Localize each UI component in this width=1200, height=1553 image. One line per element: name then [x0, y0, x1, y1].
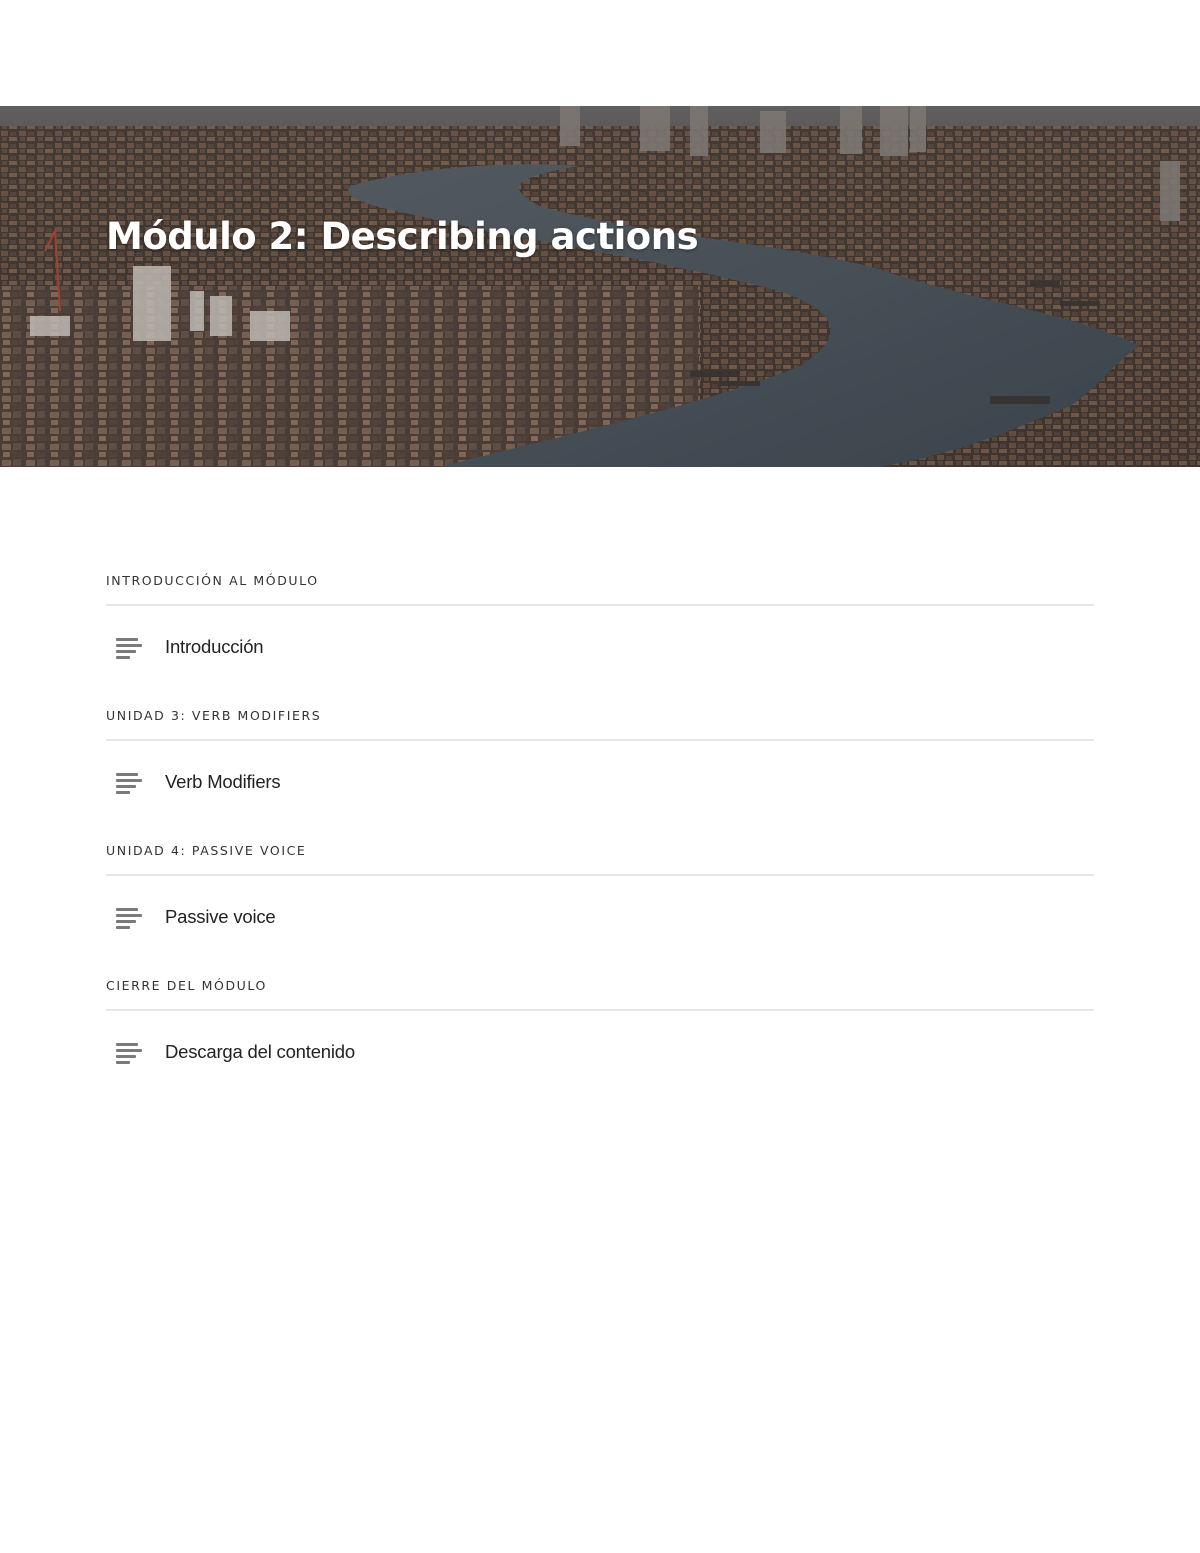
- section-cierre: CIERRE DEL MÓDULO Descarga del contenido: [106, 971, 1094, 1106]
- section-header: CIERRE DEL MÓDULO: [106, 971, 1094, 1011]
- lesson-verb-modifiers[interactable]: Verb Modifiers: [106, 741, 1094, 836]
- section-intro: INTRODUCCIÓN AL MÓDULO Introducción: [106, 566, 1094, 701]
- text-lines-icon: [116, 773, 142, 794]
- section-unidad-4: UNIDAD 4: PASSIVE VOICE Passive voice: [106, 836, 1094, 971]
- lesson-title[interactable]: Descarga del contenido: [165, 1041, 355, 1063]
- city-river-image: [0, 106, 1200, 467]
- text-lines-icon: [116, 908, 142, 929]
- text-lines-icon: [116, 1043, 142, 1064]
- section-unidad-3: UNIDAD 3: VERB MODIFIERS Verb Modifiers: [106, 701, 1094, 836]
- section-header: UNIDAD 3: VERB MODIFIERS: [106, 701, 1094, 741]
- lesson-title[interactable]: Introducción: [165, 636, 264, 658]
- section-header: UNIDAD 4: PASSIVE VOICE: [106, 836, 1094, 876]
- lesson-passive-voice[interactable]: Passive voice: [106, 876, 1094, 971]
- lesson-title[interactable]: Verb Modifiers: [165, 771, 281, 793]
- lesson-descarga[interactable]: Descarga del contenido: [106, 1011, 1094, 1106]
- text-lines-icon: [116, 638, 142, 659]
- lesson-introduccion[interactable]: Introducción: [106, 606, 1094, 701]
- section-header: INTRODUCCIÓN AL MÓDULO: [106, 566, 1094, 606]
- module-outline: INTRODUCCIÓN AL MÓDULO Introducción UNID…: [106, 566, 1094, 1106]
- module-hero-banner: Módulo 2: Describing actions: [0, 106, 1200, 467]
- module-title: Módulo 2: Describing actions: [106, 215, 699, 258]
- lesson-title[interactable]: Passive voice: [165, 906, 276, 928]
